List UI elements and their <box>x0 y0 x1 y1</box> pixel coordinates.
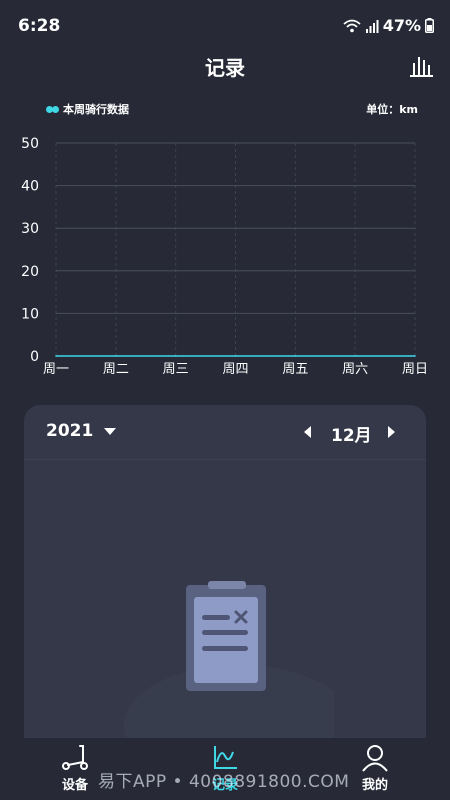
x-tick-label: 周日 <box>402 362 428 377</box>
battery-icon <box>425 18 434 33</box>
legend-label: 本周骑行数据 <box>63 103 129 116</box>
user-icon <box>362 745 388 772</box>
bar-chart-icon[interactable] <box>408 52 434 78</box>
y-tick-label: 0 <box>30 349 39 365</box>
y-tick-label: 40 <box>21 179 39 195</box>
data-point <box>354 355 356 357</box>
y-tick-label: 30 <box>21 221 39 237</box>
x-tick-label: 周三 <box>163 362 189 377</box>
empty-clipboard-icon <box>124 581 334 745</box>
next-month-icon[interactable] <box>388 426 395 438</box>
x-tick-label: 周一 <box>43 362 69 377</box>
chart-legend: 本周骑行数据 <box>46 101 129 117</box>
signal-icon <box>365 19 379 33</box>
data-point <box>234 355 237 357</box>
unit-label: 单位：km <box>366 103 418 116</box>
data-point <box>55 355 57 357</box>
month-label: 12月 <box>331 426 372 446</box>
y-tick-label: 50 <box>21 136 39 152</box>
x-tick-label: 周二 <box>103 362 129 377</box>
caret-down-icon[interactable] <box>104 428 116 435</box>
status-icons: 47% <box>343 16 434 35</box>
legend-marker-icon <box>46 105 59 113</box>
x-tick-label: 周五 <box>282 362 308 377</box>
page-title: 记录 <box>205 56 245 80</box>
data-point <box>294 355 297 357</box>
wifi-icon <box>343 19 361 32</box>
weekly-ride-chart: 0 10 20 30 40 50 周一 周二 周三 周四 周五 周六 周日 <box>21 136 428 377</box>
prev-month-icon[interactable] <box>304 426 311 438</box>
calendar-card: 2021 12月 <box>24 405 426 745</box>
y-tick-label: 10 <box>21 306 39 322</box>
data-point <box>414 355 416 357</box>
status-time: 6:28 <box>18 16 61 36</box>
scooter-icon <box>62 745 88 770</box>
data-point <box>115 355 117 357</box>
calendar-header: 2021 12月 <box>24 405 426 460</box>
status-bar: 6:28 47% <box>0 0 450 50</box>
year-selector[interactable]: 2021 <box>46 421 93 441</box>
data-point <box>174 355 177 357</box>
watermark: 易下APP • 4008891800.COM <box>98 772 350 792</box>
x-tick-label: 周四 <box>222 362 248 377</box>
x-tick-label: 周六 <box>342 362 368 377</box>
battery-percent: 47% <box>382 16 421 35</box>
y-tick-label: 20 <box>21 264 39 280</box>
